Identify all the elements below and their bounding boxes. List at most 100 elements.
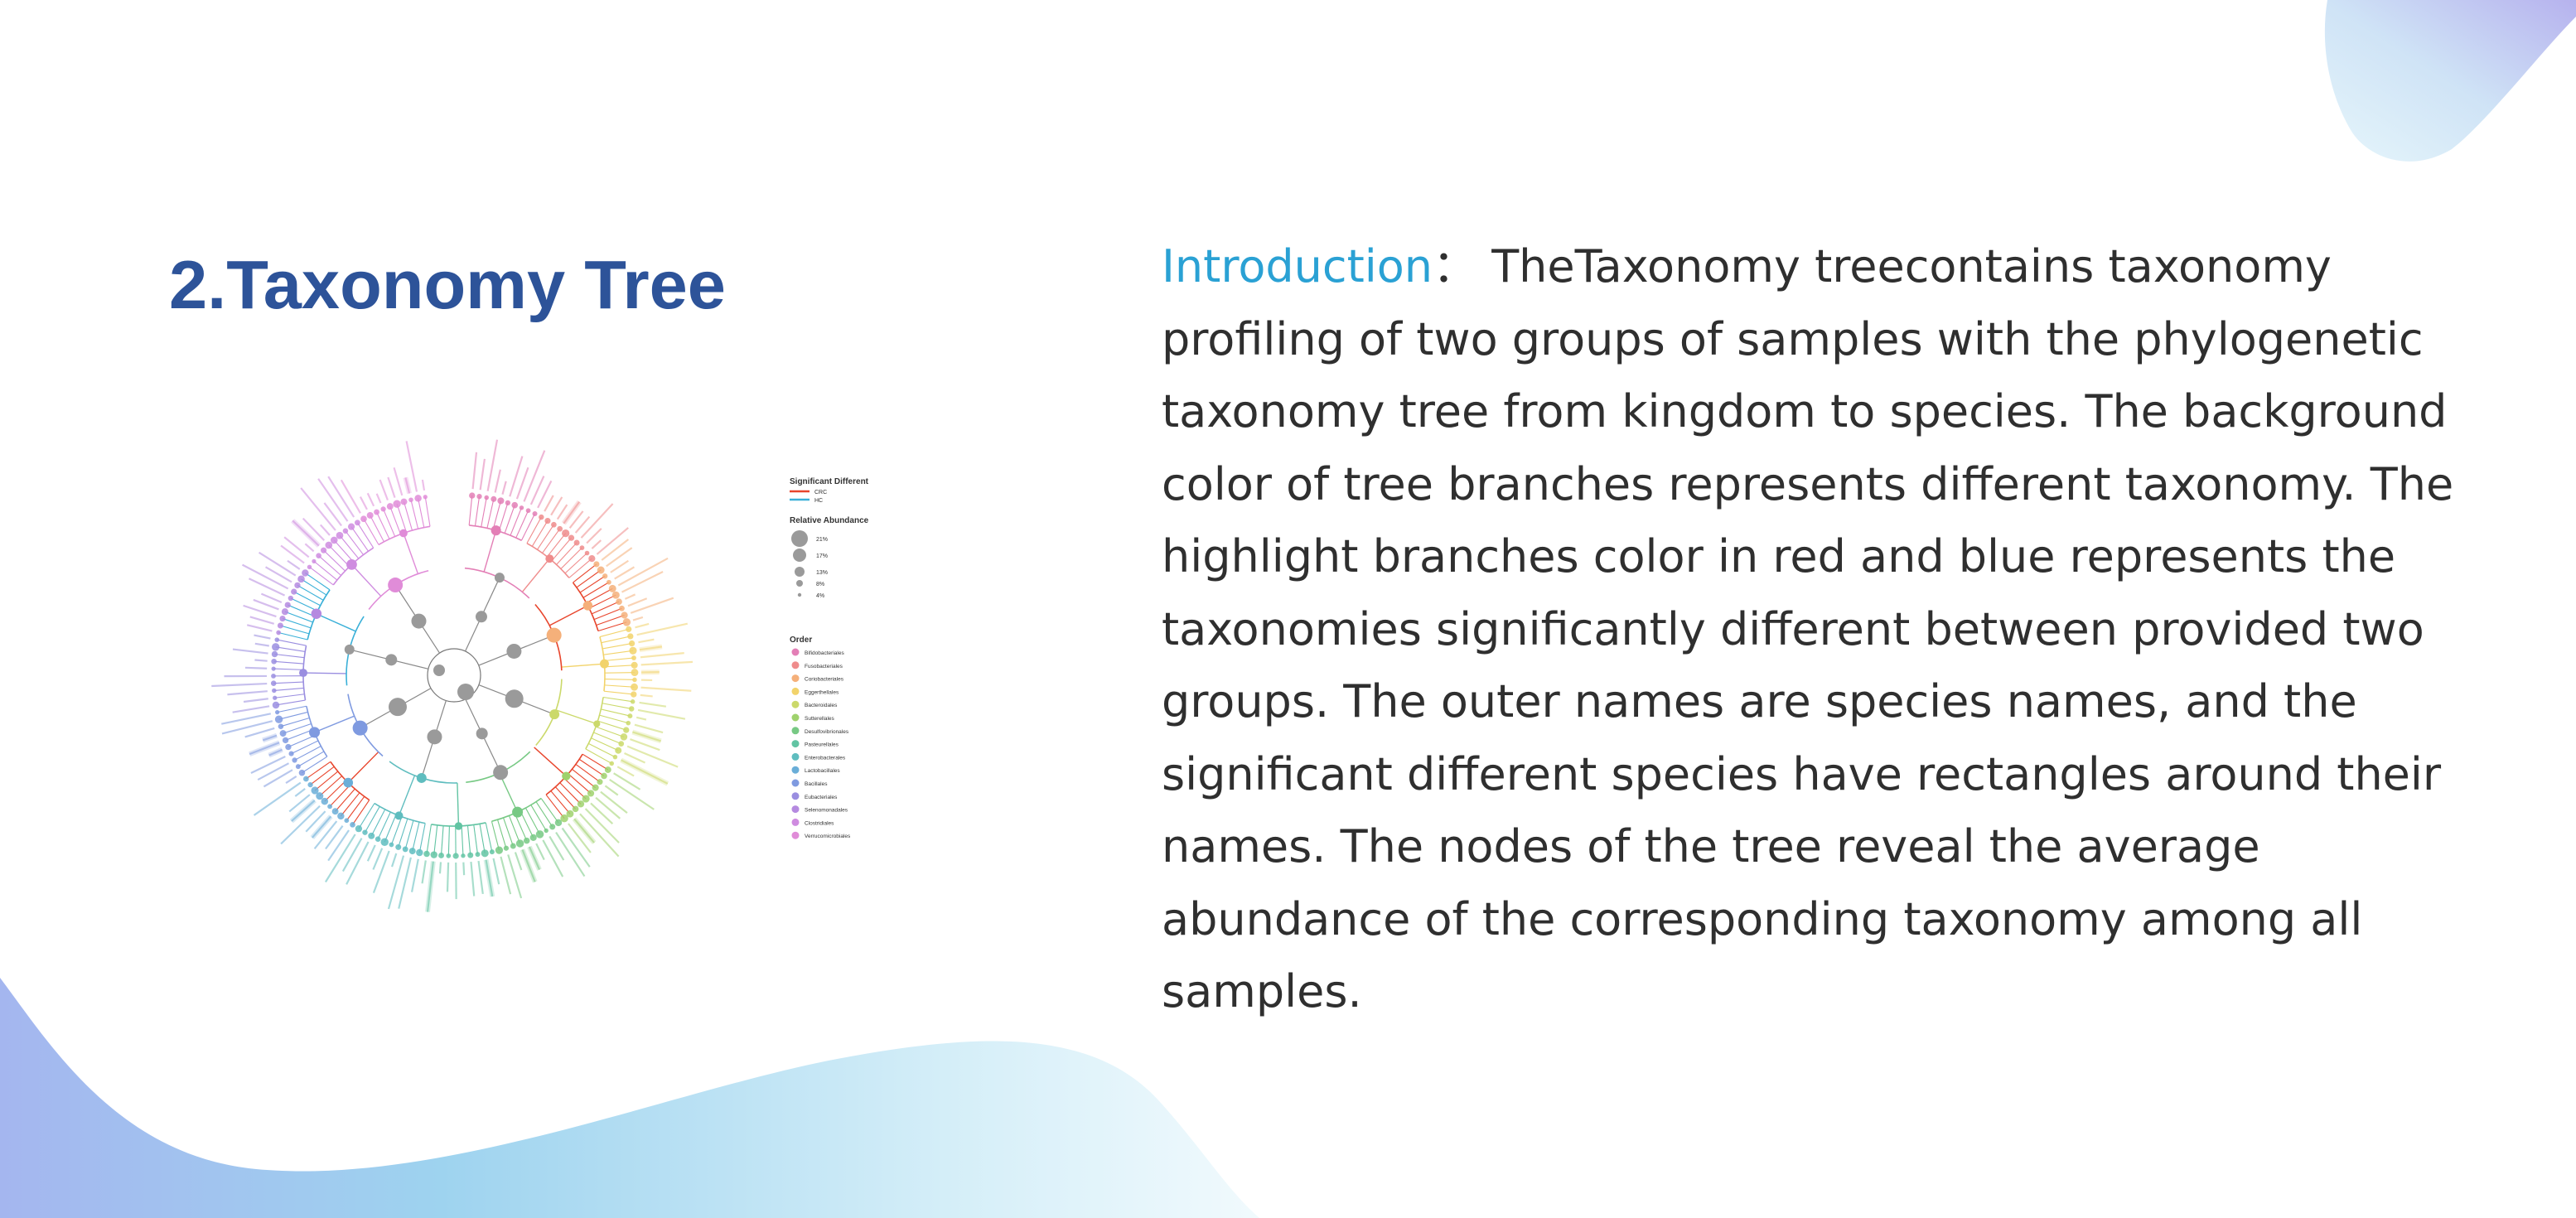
tree-branch xyxy=(555,709,597,725)
legend-abundance-dot xyxy=(793,549,806,562)
tree-leaf-branch xyxy=(345,530,365,555)
significant-species-box xyxy=(631,729,662,744)
legend-abundance-label: 21% xyxy=(816,537,828,543)
species-label-mark xyxy=(325,825,344,850)
tree-leaf-branch xyxy=(468,495,473,525)
species-label-mark xyxy=(630,597,674,614)
tree-leaf-branch xyxy=(599,714,629,724)
tree-leaf-branch xyxy=(582,753,609,771)
species-label-mark xyxy=(341,838,363,872)
tree-leaf-branch xyxy=(586,587,613,604)
legend-order-label: Selenomonadales xyxy=(805,808,848,814)
tree-leaf-node xyxy=(272,643,280,651)
species-label-mark xyxy=(323,502,342,527)
legend-abundance-label: 4% xyxy=(816,593,824,599)
tree-node xyxy=(394,811,404,820)
tree-leaf-branch xyxy=(294,746,321,761)
tree-leaf-node xyxy=(281,608,289,616)
tree-leaf-node xyxy=(402,846,408,853)
legend-order-swatch xyxy=(791,713,800,722)
tree-leaf-node xyxy=(629,646,637,655)
tree-leaf-node xyxy=(632,677,637,683)
tree-leaf-branch xyxy=(297,751,325,767)
tree-node xyxy=(385,654,398,666)
tree-leaf-branch xyxy=(274,653,305,659)
tree-leaf-branch xyxy=(319,776,342,797)
tree-leaf-node xyxy=(366,511,374,519)
tree-leaf-node xyxy=(303,776,309,782)
tree-node xyxy=(427,729,442,745)
species-label-mark xyxy=(600,790,628,814)
tree-leaf-node xyxy=(295,764,301,770)
tree-node xyxy=(546,627,562,643)
tree-leaf-node xyxy=(568,534,575,541)
tree-leaf-node xyxy=(619,605,625,611)
tree-leaf-node xyxy=(609,761,615,766)
tree-leaf-node xyxy=(400,498,408,505)
tree-node xyxy=(433,665,445,676)
tree-leaf-node xyxy=(593,561,600,568)
tree-leaf-branch xyxy=(530,805,547,831)
tree-leaf-node xyxy=(511,501,519,509)
tree-node xyxy=(346,558,357,570)
tree-node xyxy=(491,525,501,536)
tree-leaf-branch xyxy=(324,780,346,802)
tree-leaf-branch xyxy=(578,758,605,776)
tree-leaf-branch xyxy=(273,687,304,692)
tree-leaf-branch xyxy=(563,777,587,800)
legend-order-swatch xyxy=(791,792,800,800)
tree-node xyxy=(512,806,524,818)
tree-leaf-node xyxy=(380,838,389,846)
tree-leaf-branch xyxy=(560,547,582,569)
tree-branch xyxy=(314,715,355,733)
species-label-mark xyxy=(636,716,647,721)
tree-leaf-node xyxy=(618,741,625,747)
species-label-mark xyxy=(246,624,273,632)
tree-node xyxy=(494,573,505,583)
tree-leaf-node xyxy=(626,626,632,632)
tree-leaf-branch xyxy=(599,628,629,638)
tree-leaf-node xyxy=(337,812,345,820)
tree-leaf-node xyxy=(505,500,510,505)
tree-leaf-node xyxy=(631,683,638,691)
circular-tree xyxy=(211,439,694,912)
tree-leaf-branch xyxy=(277,639,307,646)
species-label-mark xyxy=(387,476,396,498)
tree-leaf-branch xyxy=(329,784,351,807)
tree-leaf-branch xyxy=(274,694,305,698)
tree-node xyxy=(454,822,463,830)
legend-order-label: Bacillales xyxy=(805,781,828,787)
species-label-mark xyxy=(590,802,614,824)
species-label-mark xyxy=(613,772,641,790)
tree-leaf-branch xyxy=(604,657,635,662)
tree-leaf-branch xyxy=(275,699,306,706)
tree-leaf-branch xyxy=(550,790,571,814)
species-label-mark xyxy=(421,860,427,884)
tree-leaf-node xyxy=(475,852,481,858)
species-label-mark xyxy=(340,479,361,514)
tree-leaf-branch xyxy=(426,824,433,854)
species-label-mark xyxy=(627,597,648,607)
tree-leaf-branch xyxy=(526,516,542,544)
legend-order-swatch xyxy=(791,727,800,735)
tree-leaf-node xyxy=(606,579,611,585)
tree-leaf-branch xyxy=(540,798,559,824)
species-label-mark xyxy=(523,450,546,502)
tree-leaf-node xyxy=(316,553,321,558)
legend-significant-label: HC xyxy=(814,498,823,504)
species-label-mark xyxy=(410,858,419,892)
tree-leaf-node xyxy=(529,834,537,841)
legend-order-label: Eggerthellales xyxy=(805,689,839,695)
tree-leaf-node xyxy=(331,808,339,815)
tree-leaf-branch xyxy=(603,650,634,655)
tree-leaf-node xyxy=(297,575,305,583)
tree-leaf-node xyxy=(452,853,459,859)
species-label-mark xyxy=(500,856,512,895)
tree-leaf-branch xyxy=(597,621,627,632)
species-label-mark xyxy=(283,536,310,558)
tree-leaf-branch xyxy=(575,763,601,783)
significant-species-box xyxy=(262,732,278,743)
species-label-mark xyxy=(250,756,286,774)
tree-leaf-node xyxy=(271,673,276,679)
tree-node xyxy=(311,608,322,619)
